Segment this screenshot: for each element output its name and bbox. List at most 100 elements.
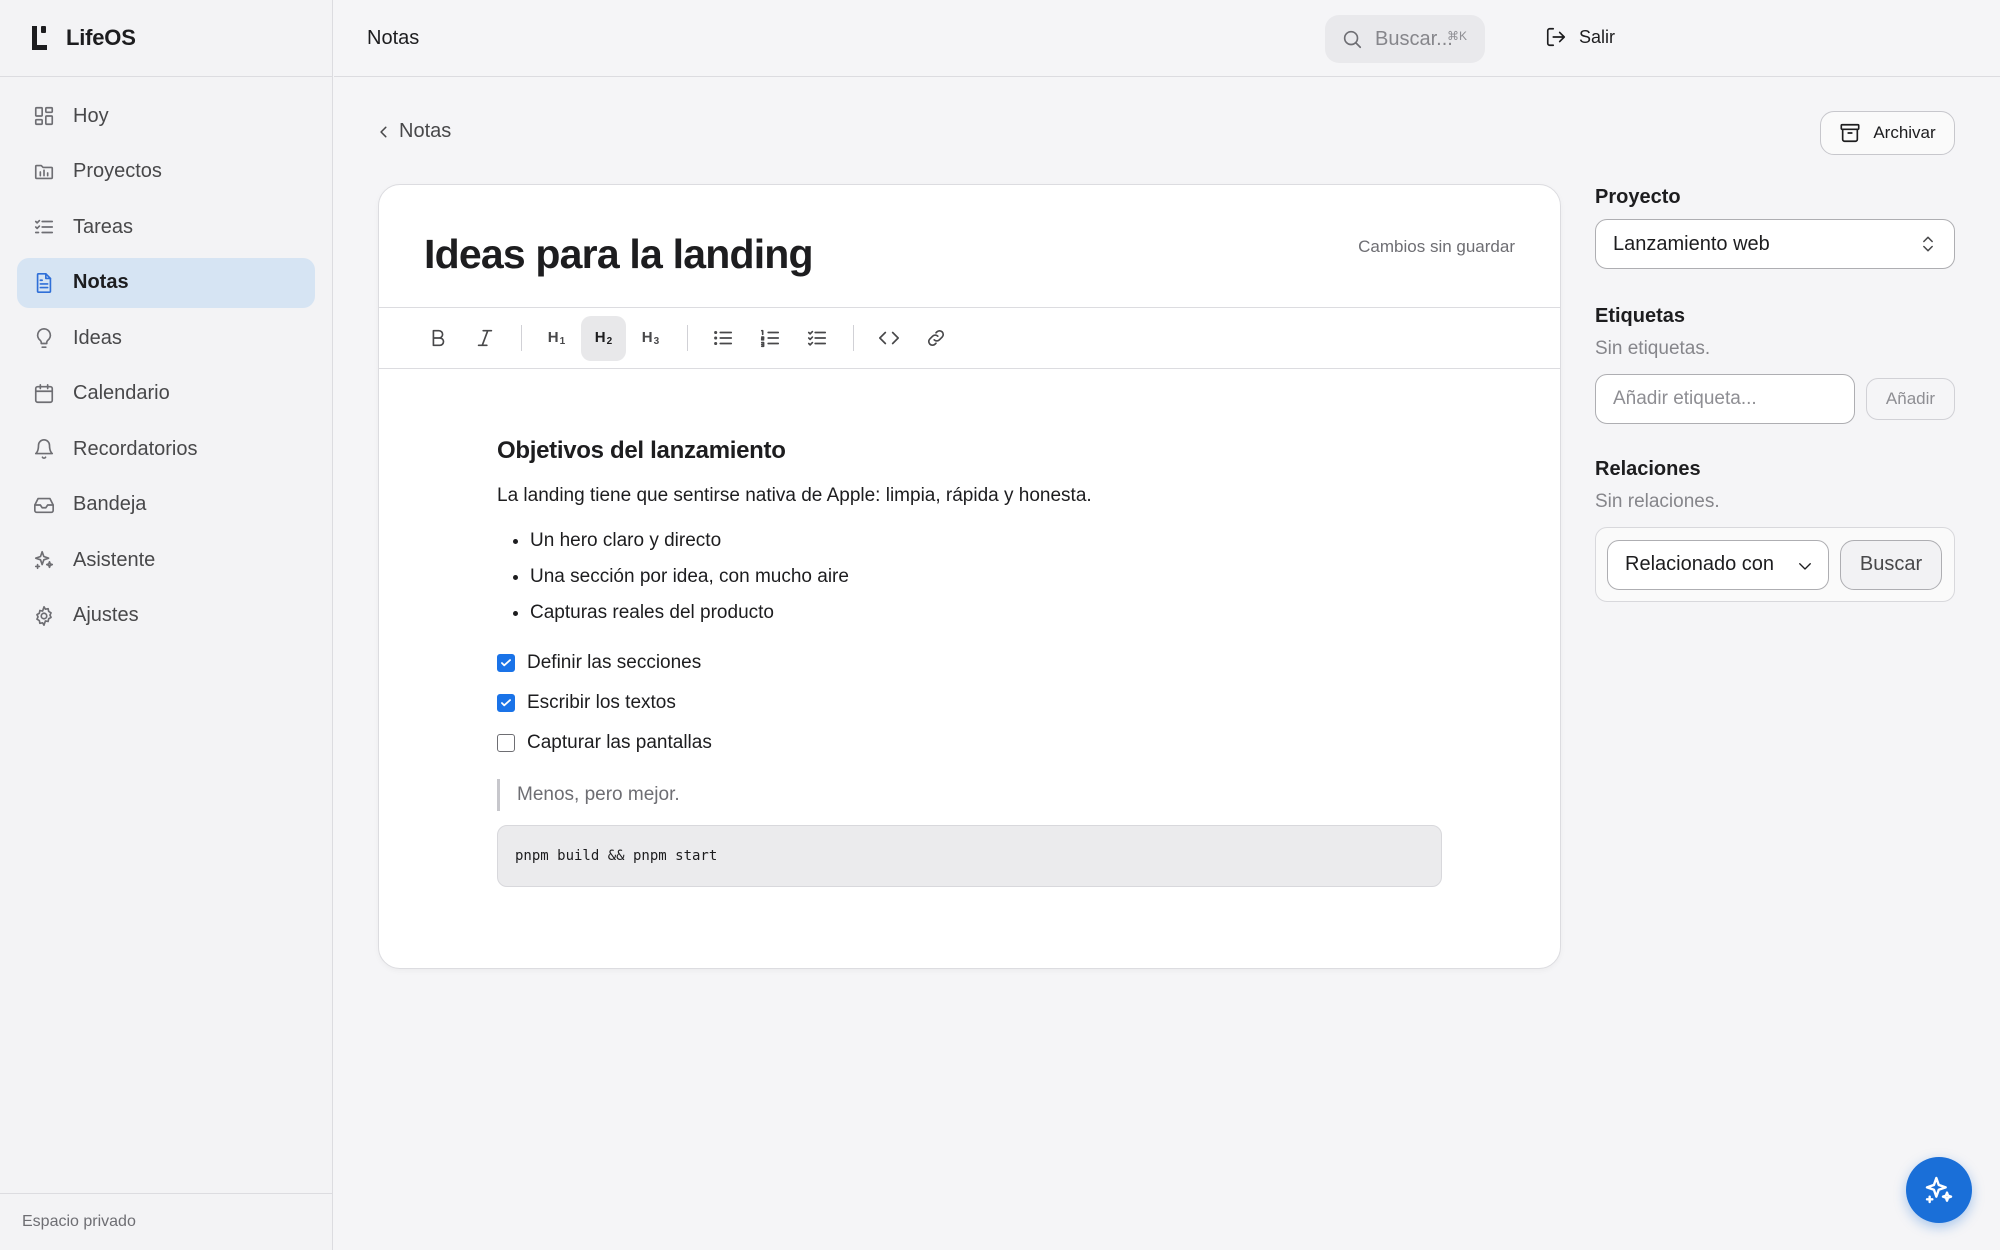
sidebar-item-tareas[interactable]: Tareas (17, 202, 315, 252)
sidebar-item-label: Hoy (73, 104, 109, 127)
link-icon (927, 329, 944, 347)
task-checkbox[interactable] (497, 654, 515, 672)
lifeos-logo-icon (32, 26, 47, 50)
code-block: pnpm build && pnpm start (497, 825, 1442, 887)
sidebar-item-label: Proyectos (73, 160, 162, 182)
chevron-left-icon (380, 126, 387, 137)
sidebar-item-label: Notas (73, 271, 129, 293)
folder-icon (34, 164, 54, 179)
sparkles-icon (34, 550, 54, 570)
save-status: Cambios sin guardar (1358, 237, 1515, 256)
sidebar-item-recordatorios[interactable]: Recordatorios (17, 424, 315, 474)
logout-label: Salir (1579, 26, 1616, 47)
relation-type-select[interactable]: Relacionado con (1607, 539, 1829, 590)
logout-button[interactable]: Salir (1545, 26, 1615, 48)
toolbar-divider (853, 325, 854, 351)
task-item: Capturar las pantallas (497, 723, 1442, 763)
dashboard-icon (34, 106, 54, 126)
bell-icon (34, 439, 54, 460)
relation-form: Relacionado con Buscar (1595, 527, 1955, 602)
sidebar-nav: Hoy Proyectos Tareas Notas Ideas Calenda… (0, 77, 332, 660)
note-body[interactable]: Objetivos del lanzamiento La landing tie… (497, 437, 1442, 887)
task-label: Escribir los textos (527, 692, 676, 713)
h2-button[interactable]: H2 (581, 315, 626, 361)
task-item: Definir las secciones (497, 643, 1442, 683)
bold-button[interactable] (415, 316, 460, 361)
sidebar-item-label: Ajustes (73, 604, 139, 626)
code-button[interactable] (866, 316, 911, 361)
relation-type-value: Relacionado con (1625, 553, 1774, 575)
h3-button[interactable]: H3 (628, 316, 673, 361)
task-list-button[interactable] (794, 316, 839, 361)
code-icon (878, 331, 899, 345)
note-title[interactable]: Ideas para la landing (424, 231, 814, 278)
sparkles-icon (1925, 1176, 1953, 1204)
add-tag-button[interactable]: Añadir (1866, 378, 1955, 420)
topbar: Notas (334, 0, 2000, 77)
lightbulb-icon (36, 328, 52, 348)
task-label: Capturar las pantallas (527, 732, 712, 753)
sidebar-item-ideas[interactable]: Ideas (17, 313, 315, 363)
task-item: Escribir los textos (497, 683, 1442, 723)
sidebar-item-label: Recordatorios (73, 437, 198, 460)
sidebar-item-notas[interactable]: Notas (17, 257, 315, 308)
note-editor: Ideas para la landing Cambios sin guarda… (378, 184, 1561, 969)
sidebar-item-hoy[interactable]: Hoy (17, 91, 315, 141)
bullet-list: Un hero claro y directo Una sección por … (497, 523, 1442, 631)
back-label: Notas (399, 120, 452, 142)
tags-empty: Sin etiquetas. (1595, 338, 1711, 359)
checkmark-icon (501, 659, 511, 667)
checklist-icon (34, 219, 54, 234)
search-button[interactable]: Buscar... ⌘K (1325, 15, 1485, 63)
relations-label: Relaciones (1595, 458, 1701, 480)
sidebar-item-ajustes[interactable]: Ajustes (17, 591, 315, 641)
gear-icon (36, 605, 52, 626)
brand[interactable]: LifeOS (0, 0, 332, 77)
back-link[interactable]: Notas (377, 120, 451, 143)
link-button[interactable] (913, 316, 958, 361)
list-item: Capturas reales del producto (530, 595, 1442, 631)
sidebar-item-label: Tareas (73, 215, 134, 238)
sidebar-item-proyectos[interactable]: Proyectos (17, 147, 315, 197)
archive-button[interactable]: Archivar (1820, 111, 1955, 155)
sidebar-item-bandeja[interactable]: Bandeja (17, 480, 315, 530)
task-checkbox[interactable] (497, 734, 515, 752)
calendar-icon (34, 383, 54, 403)
search-icon (1343, 30, 1362, 49)
list-item: Un hero claro y directo (530, 523, 1442, 559)
h1-button[interactable]: H1 (534, 316, 579, 361)
project-label: Proyecto (1595, 186, 1681, 208)
note-paragraph: La landing tiene que sentirse nativa de … (497, 485, 1092, 506)
note-heading: Objetivos del lanzamiento (497, 437, 786, 464)
relation-search-button[interactable]: Buscar (1840, 539, 1942, 590)
relations-empty: Sin relaciones. (1595, 491, 1720, 512)
search-placeholder: Buscar... (1375, 27, 1453, 50)
bullet-list-icon (713, 330, 732, 346)
tag-row: Añadir (1595, 374, 1955, 424)
task-label: Definir las secciones (527, 652, 702, 673)
tags-label: Etiquetas (1595, 305, 1686, 327)
page-title: Notas (367, 26, 420, 49)
project-value: Lanzamiento web (1613, 232, 1770, 255)
sidebar-item-label: Asistente (73, 548, 156, 571)
project-select[interactable]: Lanzamiento web (1595, 219, 1955, 269)
archive-icon (1840, 123, 1860, 143)
format-toolbar: H1 H2 H3 (379, 307, 1560, 369)
archive-label: Archivar (1873, 123, 1936, 142)
sidebar-item-label: Calendario (73, 382, 170, 404)
tag-input[interactable] (1595, 374, 1855, 424)
h3-icon: H3 (641, 329, 660, 347)
italic-button[interactable] (462, 316, 507, 361)
h1-icon: H1 (547, 329, 566, 347)
sidebar-item-asistente[interactable]: Asistente (17, 535, 315, 585)
app-name: LifeOS (66, 25, 136, 50)
numbered-list-button[interactable] (747, 316, 792, 361)
assistant-fab[interactable] (1906, 1157, 1972, 1223)
task-checkbox[interactable] (497, 694, 515, 712)
workspace-label[interactable]: Espacio privado (0, 1193, 332, 1250)
toolbar-divider (521, 325, 522, 351)
sidebar-item-calendario[interactable]: Calendario (17, 369, 315, 419)
task-list-icon (807, 330, 826, 346)
bullet-list-button[interactable] (700, 316, 745, 361)
sidebar-item-label: Ideas (73, 326, 122, 349)
